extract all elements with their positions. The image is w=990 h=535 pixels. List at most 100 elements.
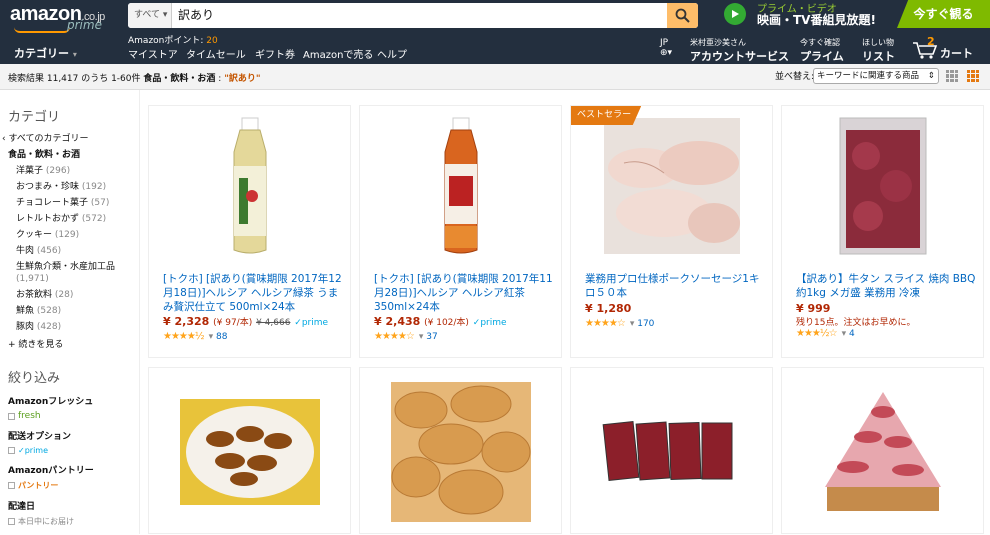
review-count[interactable]: 88	[216, 332, 227, 342]
grid-view-icon[interactable]	[967, 70, 979, 82]
see-more-link[interactable]: + 続きを見る	[8, 337, 139, 353]
amazon-logo[interactable]: amazon.co.jp prime	[10, 3, 120, 33]
search-scope-dropdown[interactable]: すべて ▾	[128, 3, 172, 28]
wishlist-menu[interactable]: ほしい物 リスト	[862, 37, 895, 64]
product-image[interactable]	[571, 368, 772, 535]
rating-row[interactable]: ★★★★☆ ▾ 37	[374, 331, 438, 342]
nav-link-mystore[interactable]: マイストア	[128, 46, 178, 61]
wishlist-line1: ほしい物	[862, 38, 894, 47]
category-count: (572)	[81, 214, 107, 224]
list-view-icon[interactable]	[946, 70, 958, 82]
product-card[interactable]: ベストセラー 業務用プロ仕様ポークソーセージ1キロ５０本 ¥ 1,280 ★★★…	[570, 105, 773, 358]
category-count: (192)	[81, 182, 107, 192]
language-selector[interactable]: JP ⊕▾	[660, 38, 672, 58]
product-price: ¥ 2,328	[163, 315, 210, 328]
unit-price: (¥ 97/本)	[213, 318, 253, 328]
category-item[interactable]: 豚肉 (428)	[8, 319, 139, 335]
sort-dropdown[interactable]: キーワードに関連する商品 ⇕	[813, 68, 939, 84]
pantry-logo: パントリー	[18, 481, 59, 490]
cart-button[interactable]: 2 カート	[912, 35, 982, 60]
nav-link-sell[interactable]: Amazonで売る	[303, 46, 373, 61]
product-card[interactable]	[570, 367, 773, 534]
category-count: (28)	[54, 290, 74, 300]
points-display[interactable]: Amazonポイント: 20	[128, 33, 218, 46]
product-price: ¥ 1,280	[585, 302, 632, 315]
category-item[interactable]: 洋菓子 (296)	[8, 163, 139, 179]
product-title[interactable]: [トクホ] [訳あり(賞味期限 2017年11月28日)]ヘルシア ヘルシア紅茶…	[374, 272, 557, 314]
product-image[interactable]	[782, 368, 983, 535]
category-item[interactable]: お茶飲料 (28)	[8, 287, 139, 303]
checkbox[interactable]	[8, 518, 15, 525]
category-item[interactable]: レトルトおかず (572)	[8, 211, 139, 227]
nav-link-help[interactable]: ヘルプ	[377, 46, 407, 61]
category-item[interactable]: チョコレート菓子 (57)	[8, 195, 139, 211]
review-count[interactable]: 4	[849, 329, 855, 339]
product-card[interactable]: [トクホ] [訳あり(賞味期限 2017年11月28日)]ヘルシア ヘルシア紅茶…	[359, 105, 562, 358]
category-item[interactable]: 鮮魚 (528)	[8, 303, 139, 319]
review-count[interactable]: 170	[637, 319, 654, 329]
chevron-updown-icon: ⇕	[927, 71, 935, 81]
rating-row[interactable]: ★★★★½ ▾ 88	[163, 331, 227, 342]
product-price-row: ¥ 2,328 (¥ 97/本) ¥ 4,666 ✓prime	[163, 315, 328, 328]
product-image[interactable]	[571, 106, 772, 266]
product-card[interactable]	[148, 367, 351, 534]
prime-menu[interactable]: 今すぐ確認 プライム	[800, 37, 844, 64]
category-item[interactable]: 生鮮魚介類・水産加工品 (1,971)	[8, 261, 133, 285]
category-item[interactable]: おつまみ・珍味 (192)	[8, 179, 139, 195]
pantry-checkbox[interactable]: パントリー	[8, 480, 139, 491]
category-item[interactable]: 牛肉 (456)	[8, 243, 139, 259]
all-categories-link[interactable]: ‹ すべてのカテゴリー	[2, 131, 139, 147]
category-count: (129)	[54, 230, 80, 240]
product-title[interactable]: 業務用プロ仕様ポークソーセージ1キロ５０本	[585, 272, 768, 300]
shipping-filter-heading: 配送オプション	[8, 432, 72, 442]
rating-row[interactable]: ★★★½☆ ▾ 4	[796, 328, 855, 339]
nav-link-timesale[interactable]: タイムセール	[186, 46, 246, 61]
search-input[interactable]: 訳あり	[178, 3, 214, 28]
nav-link-giftcard[interactable]: ギフト券	[255, 46, 295, 61]
cart-count: 2	[927, 35, 935, 48]
sort-label: 並べ替え:	[775, 72, 815, 82]
checkbox[interactable]	[8, 412, 15, 420]
product-image[interactable]	[782, 106, 983, 266]
product-card[interactable]	[359, 367, 562, 534]
logo-prime: prime	[67, 18, 102, 32]
sidebar: カテゴリ ‹ すべてのカテゴリー 食品・飲料・お酒 洋菓子 (296) おつまみ…	[0, 90, 140, 534]
review-count[interactable]: 37	[426, 332, 437, 342]
category-name: おつまみ・珍味	[16, 182, 80, 192]
product-image[interactable]	[360, 106, 561, 266]
watch-now-button[interactable]: 今すぐ観る	[897, 0, 990, 28]
checkbox[interactable]	[8, 447, 15, 454]
results-summary: 検索結果 11,417 のうち 1-60件 食品・飲料・お酒 : "訳あり"	[8, 71, 261, 84]
account-menu[interactable]: 米村亜沙美さん アカウントサービス	[690, 37, 789, 64]
today-label: 本日中にお届け	[18, 517, 74, 526]
prime-video-promo[interactable]: プライム・ビデオ 映画・TV番組見放題! 今すぐ観る	[724, 0, 990, 28]
dried-snack-image	[179, 398, 320, 505]
search-icon	[675, 8, 690, 23]
today-checkbox[interactable]: 本日中にお届け	[8, 516, 139, 527]
product-image[interactable]	[149, 106, 350, 266]
sort-value: キーワードに関連する商品	[817, 71, 920, 81]
product-card[interactable]	[781, 367, 984, 534]
fresh-checkbox[interactable]: fresh	[8, 411, 139, 421]
fresh-filter-heading: Amazonフレッシュ	[8, 397, 94, 407]
search-bar: すべて ▾ 訳あり	[128, 3, 698, 28]
pantry-filter-heading: Amazonパントリー	[8, 466, 94, 476]
product-image[interactable]	[149, 368, 350, 535]
category-item[interactable]: クッキー (129)	[8, 227, 139, 243]
product-image[interactable]	[360, 368, 561, 535]
product-price: ¥ 999	[796, 302, 831, 315]
product-card[interactable]: 【訳あり】牛タン スライス 焼肉 BBQ 約1kg メガ盛 業務用 冷凍 ¥ 9…	[781, 105, 984, 358]
prime-checkbox[interactable]: ✓prime	[8, 446, 139, 455]
logo-smile-icon	[14, 27, 70, 33]
search-button[interactable]	[667, 3, 698, 28]
star-rating-icon: ★★★★☆	[374, 331, 415, 342]
fresh-logo: fresh	[18, 411, 41, 421]
product-title[interactable]: [トクホ] [訳あり(賞味期限 2017年12月18日)]ヘルシア ヘルシア緑茶…	[163, 272, 346, 314]
rating-row[interactable]: ★★★★☆ ▾ 170	[585, 318, 654, 329]
meat-packages-image	[602, 420, 732, 481]
checkbox[interactable]	[8, 482, 15, 489]
product-card[interactable]: [トクホ] [訳あり(賞味期限 2017年12月18日)]ヘルシア ヘルシア緑茶…	[148, 105, 351, 358]
chevron-down-icon: ▾	[72, 50, 77, 59]
product-title[interactable]: 【訳あり】牛タン スライス 焼肉 BBQ 約1kg メガ盛 業務用 冷凍	[796, 272, 979, 300]
categories-menu[interactable]: カテゴリー ▾	[14, 45, 77, 61]
